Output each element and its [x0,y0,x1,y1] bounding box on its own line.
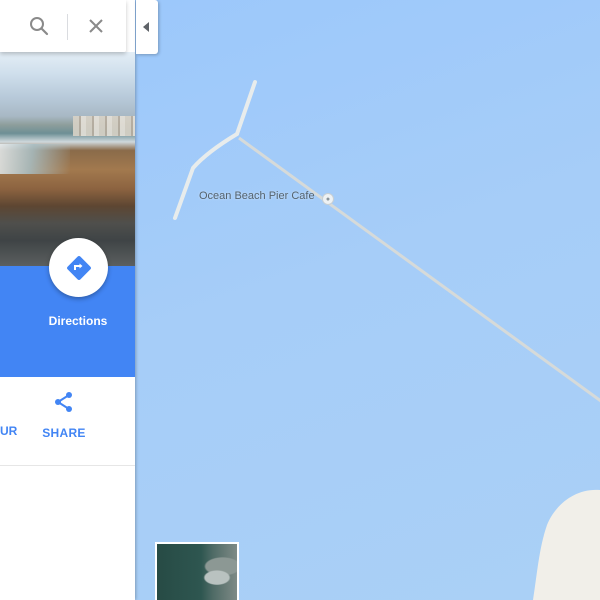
map-canvas[interactable]: Ocean Beach Pier Cafe ● [135,0,600,600]
photo-surf [0,144,70,174]
directions-icon [66,255,91,280]
collapse-panel-button[interactable] [136,0,158,54]
satellite-layer-toggle[interactable] [155,542,239,600]
tour-button[interactable]: UR [0,424,17,438]
restaurant-icon[interactable]: ● [322,193,334,205]
share-icon [55,392,72,412]
poi-label[interactable]: Ocean Beach Pier Cafe [199,190,315,202]
pier-main [238,136,600,403]
caret-left-icon [143,22,149,32]
share-label: SHARE [42,426,86,440]
directions-button[interactable] [49,238,108,297]
close-icon[interactable] [84,14,108,38]
action-row: UR SHARE [0,377,135,466]
land-area [533,489,600,600]
place-photo[interactable] [0,52,135,266]
photo-buildings [73,116,135,136]
share-button[interactable]: SHARE [42,391,86,440]
pier-arm-north [235,80,257,136]
directions-label[interactable]: Directions [38,314,118,328]
search-icon[interactable] [27,14,51,38]
pier-arm-west [173,132,239,220]
map-roads-layer [173,80,600,600]
search-divider [67,14,68,40]
search-box [0,0,126,52]
place-side-panel: Directions UR SHARE [0,0,135,600]
